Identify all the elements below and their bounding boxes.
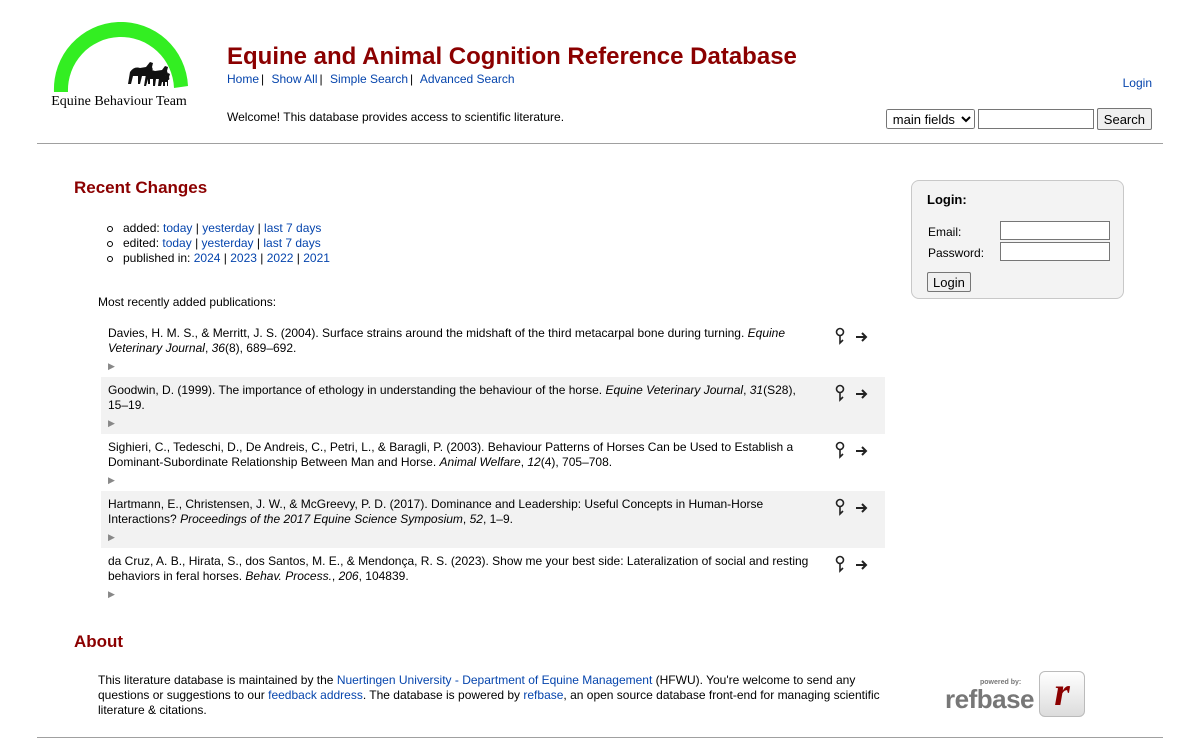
pages: , 104839.	[358, 569, 409, 583]
email-field[interactable]	[1000, 221, 1110, 240]
pages: (8), 689–692.	[224, 341, 297, 355]
disclosure-triangle-icon[interactable]: ▶	[108, 473, 115, 488]
citation-text: da Cruz, A. B., Hirata, S., dos Santos, …	[108, 554, 809, 583]
added-label: added:	[123, 221, 160, 235]
login-button[interactable]: Login	[927, 272, 971, 292]
volume: 31	[749, 383, 764, 397]
list-item-edited: edited: today | yesterday | last 7 days	[106, 236, 330, 251]
nav-simple-search-link[interactable]: Simple Search	[330, 72, 408, 86]
site-logo[interactable]: Equine Behaviour Team	[48, 22, 190, 114]
citation-sep: ,	[743, 383, 750, 397]
recent-publications-label: Most recently added publications:	[98, 295, 277, 309]
pages: (4), 705–708.	[540, 455, 613, 469]
journal-name: Behav. Process.	[245, 569, 332, 583]
year-2021-link[interactable]: 2021	[303, 251, 330, 265]
about-heading: About	[74, 632, 124, 651]
nav-separator: |	[261, 72, 265, 86]
volume: 36	[211, 341, 225, 355]
citation-sep: ,	[462, 512, 470, 526]
citation-text: Goodwin, D. (1999). The importance of et…	[108, 383, 603, 397]
org-link[interactable]: Nuertingen University - Department of Eq…	[337, 673, 653, 687]
published-label: published in:	[123, 251, 191, 265]
added-today-link[interactable]: today	[163, 221, 192, 235]
list-item-added: added: today | yesterday | last 7 days	[106, 221, 330, 236]
magnifier-detail-icon[interactable]	[835, 441, 847, 459]
edited-last7-link[interactable]: last 7 days	[263, 236, 320, 250]
refbase-wordmark: refbase	[945, 684, 1035, 714]
citation-sep: ,	[204, 341, 212, 355]
journal-name: Equine Veterinary Journal	[605, 383, 744, 397]
arrow-right-icon[interactable]	[855, 559, 869, 571]
magnifier-detail-icon[interactable]	[835, 498, 847, 516]
publication-row: Sighieri, C., Tedeschi, D., De Andreis, …	[101, 434, 885, 491]
arrow-right-icon[interactable]	[855, 331, 869, 343]
password-field[interactable]	[1000, 242, 1110, 261]
nav-separator: |	[410, 72, 414, 86]
login-title: Login:	[927, 192, 967, 207]
disclosure-triangle-icon[interactable]: ▶	[108, 587, 115, 602]
logo-arc-icon	[53, 22, 188, 92]
recent-changes-list: added: today | yesterday | last 7 days e…	[106, 221, 330, 266]
publication-row: da Cruz, A. B., Hirata, S., dos Santos, …	[101, 548, 885, 605]
nav-home-link[interactable]: Home	[227, 72, 259, 86]
publication-row: Goodwin, D. (1999). The importance of et…	[101, 377, 885, 434]
refbase-r-icon: r	[1039, 671, 1085, 717]
page-title: Equine and Animal Cognition Reference Da…	[227, 43, 797, 70]
header-divider	[37, 143, 1163, 144]
magnifier-detail-icon[interactable]	[835, 384, 847, 402]
added-last7-link[interactable]: last 7 days	[264, 221, 321, 235]
volume: 12	[527, 455, 541, 469]
journal-name: Animal Welfare	[439, 455, 521, 469]
citation-sep: ,	[331, 569, 339, 583]
about-text-part: This literature database is maintained b…	[98, 673, 337, 687]
added-yesterday-link[interactable]: yesterday	[202, 221, 254, 235]
edited-today-link[interactable]: today	[162, 236, 191, 250]
nav-show-all-link[interactable]: Show All	[271, 72, 317, 86]
journal-name: Proceedings of the 2017 Equine Science S…	[180, 512, 463, 526]
volume: 206	[338, 569, 359, 583]
email-label: Email:	[928, 225, 962, 239]
year-2023-link[interactable]: 2023	[230, 251, 257, 265]
magnifier-detail-icon[interactable]	[835, 555, 847, 573]
nav-advanced-search-link[interactable]: Advanced Search	[420, 72, 515, 86]
login-panel: Login: Email: Password: Login	[911, 180, 1124, 299]
login-link[interactable]: Login	[1123, 76, 1152, 90]
publication-row: Hartmann, E., Christensen, J. W., & McGr…	[101, 491, 885, 548]
search-button[interactable]: Search	[1096, 108, 1152, 130]
horses-silhouette-icon	[128, 62, 170, 86]
edited-label: edited:	[123, 236, 160, 250]
disclosure-triangle-icon[interactable]: ▶	[108, 416, 115, 431]
disclosure-triangle-icon[interactable]: ▶	[108, 359, 115, 374]
edited-yesterday-link[interactable]: yesterday	[202, 236, 254, 250]
search-field-select[interactable]: main fields	[885, 109, 975, 129]
citation-text: Davies, H. M. S., & Merritt, J. S. (2004…	[108, 326, 745, 340]
list-item-published: published in: 2024 | 2023 | 2022 | 2021	[106, 251, 330, 266]
volume: 52	[469, 512, 483, 526]
about-text-part: . The database is powered by	[362, 688, 524, 702]
logo-text: Equine Behaviour Team	[51, 94, 187, 109]
password-label: Password:	[928, 246, 985, 260]
recent-changes-heading: Recent Changes	[74, 178, 208, 197]
publication-list: Davies, H. M. S., & Merritt, J. S. (2004…	[101, 320, 885, 605]
feedback-link[interactable]: feedback address	[268, 688, 363, 702]
quick-search: main fields Search	[885, 108, 1152, 130]
arrow-right-icon[interactable]	[855, 445, 869, 457]
disclosure-triangle-icon[interactable]: ▶	[108, 530, 115, 545]
year-2022-link[interactable]: 2022	[267, 251, 294, 265]
nav-separator: |	[319, 72, 323, 86]
refbase-logo[interactable]: powered by: refbase r	[943, 670, 1089, 720]
footer-divider	[37, 737, 1163, 738]
magnifier-detail-icon[interactable]	[835, 327, 847, 345]
publication-row: Davies, H. M. S., & Merritt, J. S. (2004…	[101, 320, 885, 377]
about-text: This literature database is maintained b…	[98, 673, 898, 718]
top-navigation: Home | Show All | Simple Search | Advanced …	[227, 72, 515, 86]
welcome-text: Welcome! This database provides access t…	[227, 110, 565, 124]
arrow-right-icon[interactable]	[855, 388, 869, 400]
search-input[interactable]	[977, 109, 1094, 129]
pages: , 1–9.	[482, 512, 513, 526]
refbase-link[interactable]: refbase	[523, 688, 563, 702]
year-2024-link[interactable]: 2024	[194, 251, 221, 265]
arrow-right-icon[interactable]	[855, 502, 869, 514]
